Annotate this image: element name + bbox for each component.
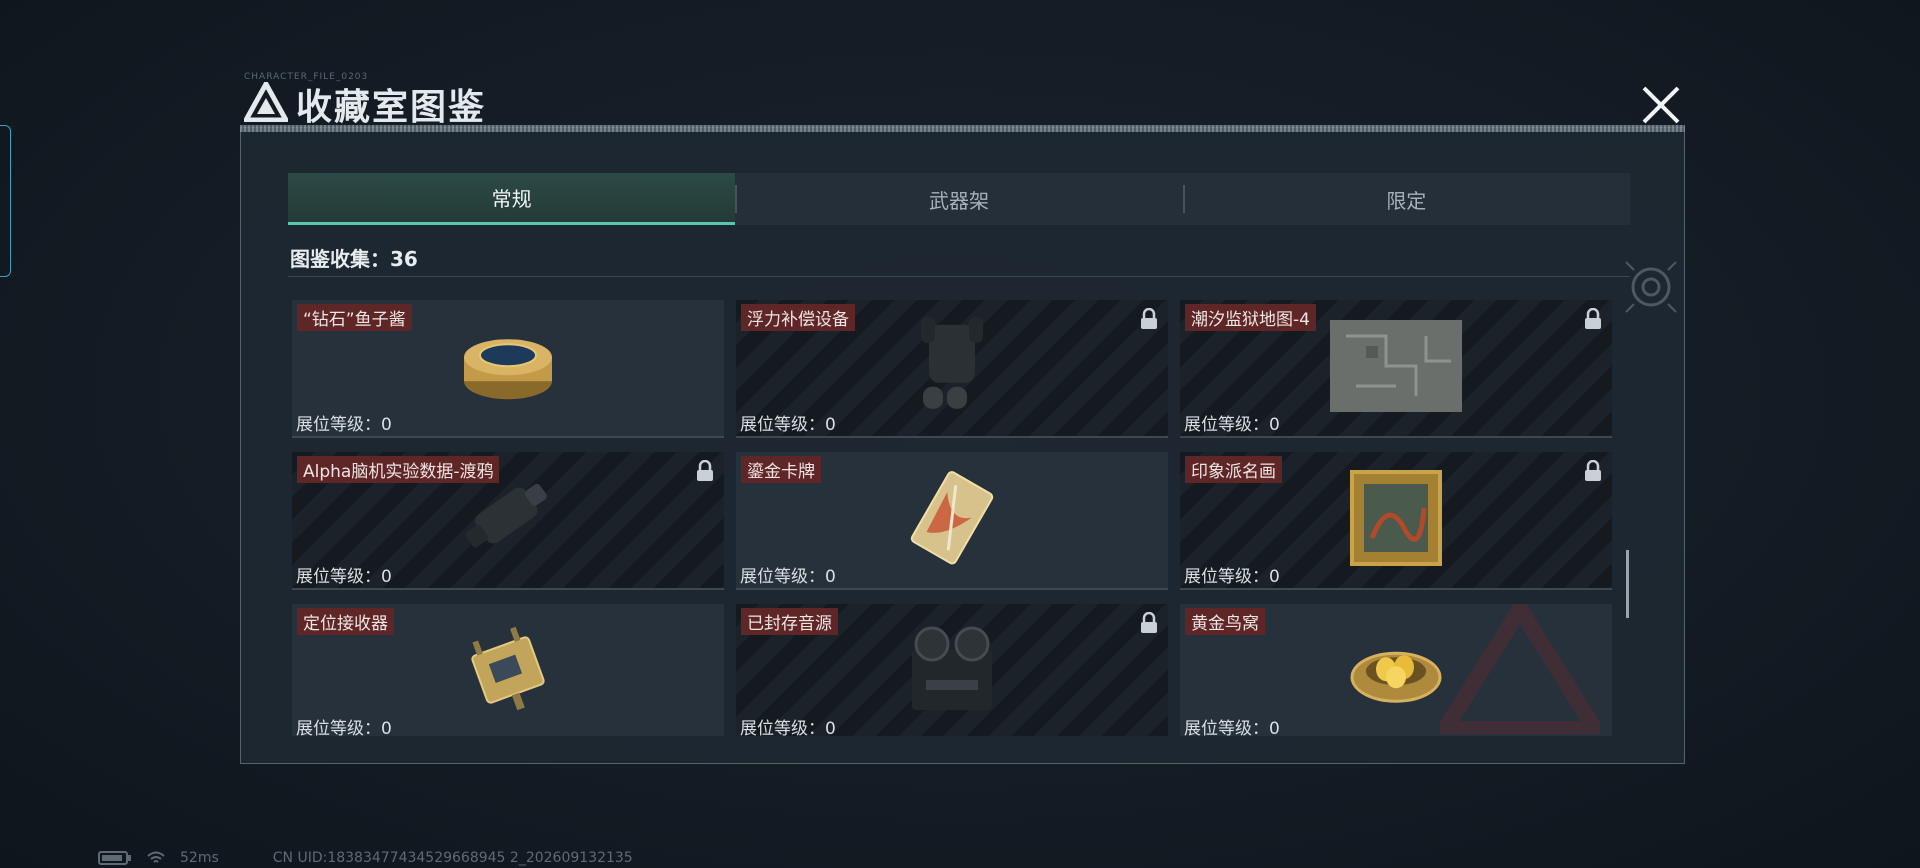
item-name: 鎏金卡牌 xyxy=(741,456,821,483)
tab-limited[interactable]: 限定 xyxy=(1182,173,1630,225)
lock-icon xyxy=(1141,612,1157,633)
item-card[interactable]: 浮力补偿设备 展位等级：0 xyxy=(736,300,1168,438)
item-grid: “钻石”鱼子酱 展位等级：0 浮力补偿设备 展位等级：0 潮汐监狱地图-4 展位… xyxy=(292,300,1612,736)
uid-text: CN UID:18383477434529668945 2_2026091321… xyxy=(272,850,633,866)
tab-bar: 常规 武器架 限定 xyxy=(288,173,1630,225)
item-card[interactable]: Alpha脑机实验数据-渡鸦 展位等级：0 xyxy=(292,452,724,590)
item-name: 已封存音源 xyxy=(741,608,838,635)
item-card[interactable]: “钻石”鱼子酱 展位等级：0 xyxy=(292,300,724,438)
status-bar: 52ms CN UID:18383477434529668945 2_20260… xyxy=(98,850,633,866)
item-name: 定位接收器 xyxy=(297,608,394,635)
window-header: CHARACTER_FILE_0203 收藏室图鉴 xyxy=(236,70,1686,130)
close-icon[interactable] xyxy=(1636,80,1686,130)
item-name: Alpha脑机实验数据-渡鸦 xyxy=(297,456,500,483)
battery-icon xyxy=(98,851,131,865)
item-level: 展位等级：0 xyxy=(296,415,392,435)
scrollbar[interactable] xyxy=(1626,550,1629,618)
panel-top-border xyxy=(240,125,1685,132)
divider xyxy=(288,276,1630,277)
item-card[interactable]: 鎏金卡牌 展位等级：0 xyxy=(736,452,1168,590)
lock-icon xyxy=(697,460,713,481)
item-level: 展位等级：0 xyxy=(740,719,836,736)
item-name: “钻石”鱼子酱 xyxy=(297,304,412,331)
prison-map-icon xyxy=(1330,320,1462,412)
item-level: 展位等级：0 xyxy=(1184,415,1280,435)
item-level: 展位等级：0 xyxy=(740,567,836,587)
caviar-tin-icon xyxy=(464,339,552,400)
item-card[interactable]: 已封存音源 展位等级：0 xyxy=(736,604,1168,736)
data-device-icon xyxy=(465,483,547,548)
target-gear-icon[interactable] xyxy=(1622,258,1680,316)
item-name: 黄金鸟窝 xyxy=(1185,608,1265,635)
golden-nest-icon xyxy=(1350,651,1442,703)
item-card[interactable]: 潮汐监狱地图-4 展位等级：0 xyxy=(1180,300,1612,438)
item-card[interactable]: 定位接收器 展位等级：0 xyxy=(292,604,724,736)
item-name: 潮汐监狱地图-4 xyxy=(1185,304,1316,331)
item-name: 印象派名画 xyxy=(1185,456,1282,483)
wifi-icon xyxy=(147,851,165,863)
lock-icon xyxy=(1141,308,1157,329)
item-name: 浮力补偿设备 xyxy=(741,304,855,331)
background-logo-icon xyxy=(1440,604,1600,734)
tab-weapon-rack[interactable]: 武器架 xyxy=(735,173,1182,225)
page-title: 收藏室图鉴 xyxy=(296,87,487,128)
item-level: 展位等级：0 xyxy=(740,415,836,435)
ping-text: 52ms xyxy=(180,850,219,866)
item-card[interactable]: 印象派名画 展位等级：0 xyxy=(1180,452,1612,590)
painting-icon xyxy=(1350,470,1442,566)
lock-icon xyxy=(1585,308,1601,329)
buoyancy-vest-icon xyxy=(921,316,983,409)
item-level: 展位等级：0 xyxy=(296,567,392,587)
delta-logo-icon xyxy=(244,82,288,122)
item-card[interactable]: 黄金鸟窝 展位等级：0 xyxy=(1180,604,1612,736)
collection-count: 图鉴收集：36 xyxy=(290,247,418,271)
left-edge-tab[interactable] xyxy=(0,125,11,277)
item-level: 展位等级：0 xyxy=(296,719,392,736)
locator-receiver-icon xyxy=(471,626,545,711)
tape-recorder-icon xyxy=(912,626,992,710)
lock-icon xyxy=(1585,460,1601,481)
golden-card-icon xyxy=(910,471,994,565)
item-level: 展位等级：0 xyxy=(1184,719,1280,736)
tab-regular[interactable]: 常规 xyxy=(288,173,736,225)
item-level: 展位等级：0 xyxy=(1184,567,1280,587)
